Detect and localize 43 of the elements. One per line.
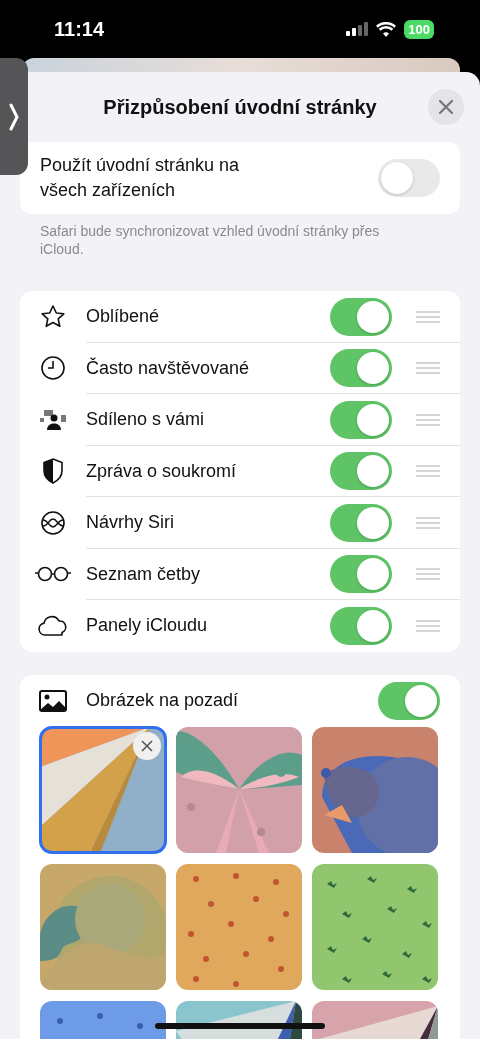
clock-icon [40,355,66,382]
image-icon [39,689,67,712]
sync-toggle[interactable] [378,159,440,197]
chevron-icon [9,102,19,131]
drag-handle-icon[interactable] [416,310,440,323]
drag-handle-icon[interactable] [416,568,440,581]
section-label: Oblíbené [86,306,161,328]
shared-people-icon [38,407,68,432]
drag-handle-icon[interactable] [416,619,440,632]
wifi-icon [376,21,397,37]
close-icon [439,100,453,114]
section-toggle[interactable] [330,400,392,439]
section-toggle[interactable] [330,503,392,542]
cloud-icon [37,613,69,638]
drag-handle-icon[interactable] [416,465,440,478]
side-tab[interactable] [0,58,28,175]
background-toggle[interactable] [378,681,440,720]
section-label: Seznam četby [86,563,202,585]
section-toggle[interactable] [330,555,392,594]
section-toggle[interactable] [330,349,392,388]
section-label: Sdíleno s vámi [86,409,206,431]
section-label: Návrhy Siri [86,512,175,534]
section-label: Panely iCloudu [86,615,209,637]
drag-handle-icon[interactable] [416,362,440,375]
close-icon [141,739,153,752]
background-label: Obrázek na pozadí [86,690,240,711]
signal-icon [346,22,369,36]
close-button[interactable] [428,89,464,125]
sync-label: Použít úvodní stránku na všech zařízeních [40,154,241,202]
section-toggle[interactable] [330,297,392,336]
drag-handle-icon[interactable] [416,413,440,426]
sync-footer: Safari bude synchronizovat vzhled úvodní stránky přes iCloud. [20,214,420,258]
status-time: 11:14 [54,17,105,41]
section-label: Často navštěvované [86,357,251,379]
section-label: Zpráva o soukromí [86,460,238,482]
section-toggle[interactable] [330,452,392,491]
battery-level: 100 [404,19,434,39]
drag-handle-icon[interactable] [416,516,440,529]
siri-icon [40,509,66,536]
section-toggle[interactable] [330,606,392,645]
sheet-title: Přizpůsobení úvodní stránky [103,95,377,119]
shield-icon [41,457,65,486]
glasses-icon [34,565,72,584]
